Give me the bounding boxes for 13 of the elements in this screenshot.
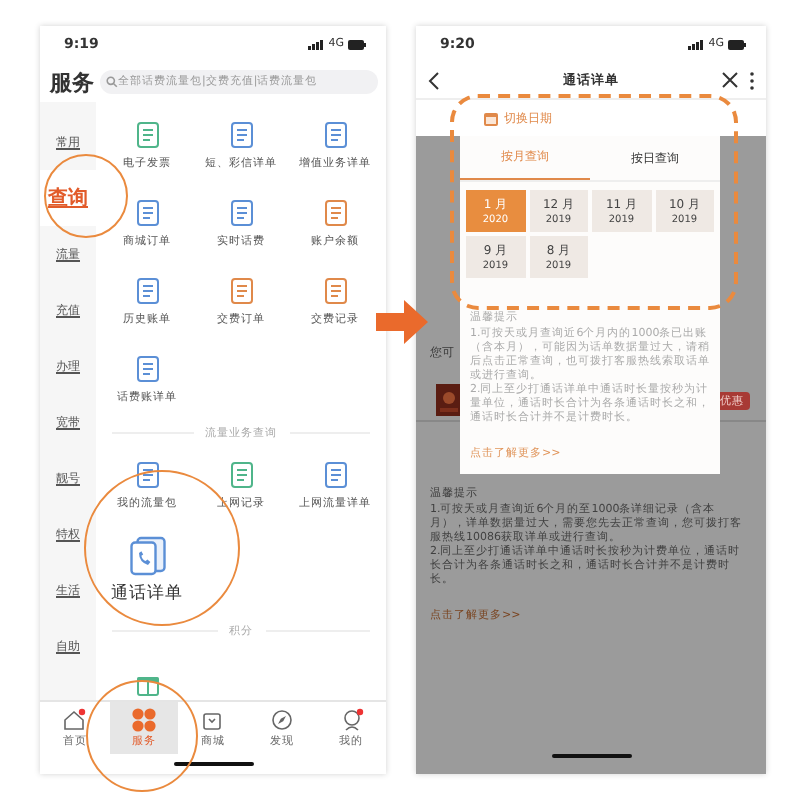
search-icon [105,76,117,88]
signal-icon [688,39,705,49]
highlight-circle [86,680,198,792]
calendar-icon [484,111,498,125]
category-item[interactable]: 查询 [40,170,96,226]
battery-icon [348,39,366,49]
arrow-icon [376,300,428,344]
page-title: 服务 [50,67,94,97]
close-icon[interactable] [722,72,738,88]
battery-icon [728,39,746,49]
back-icon[interactable] [428,71,440,89]
service-item[interactable]: 通话详单 [100,524,194,616]
signal-icon [308,39,325,49]
